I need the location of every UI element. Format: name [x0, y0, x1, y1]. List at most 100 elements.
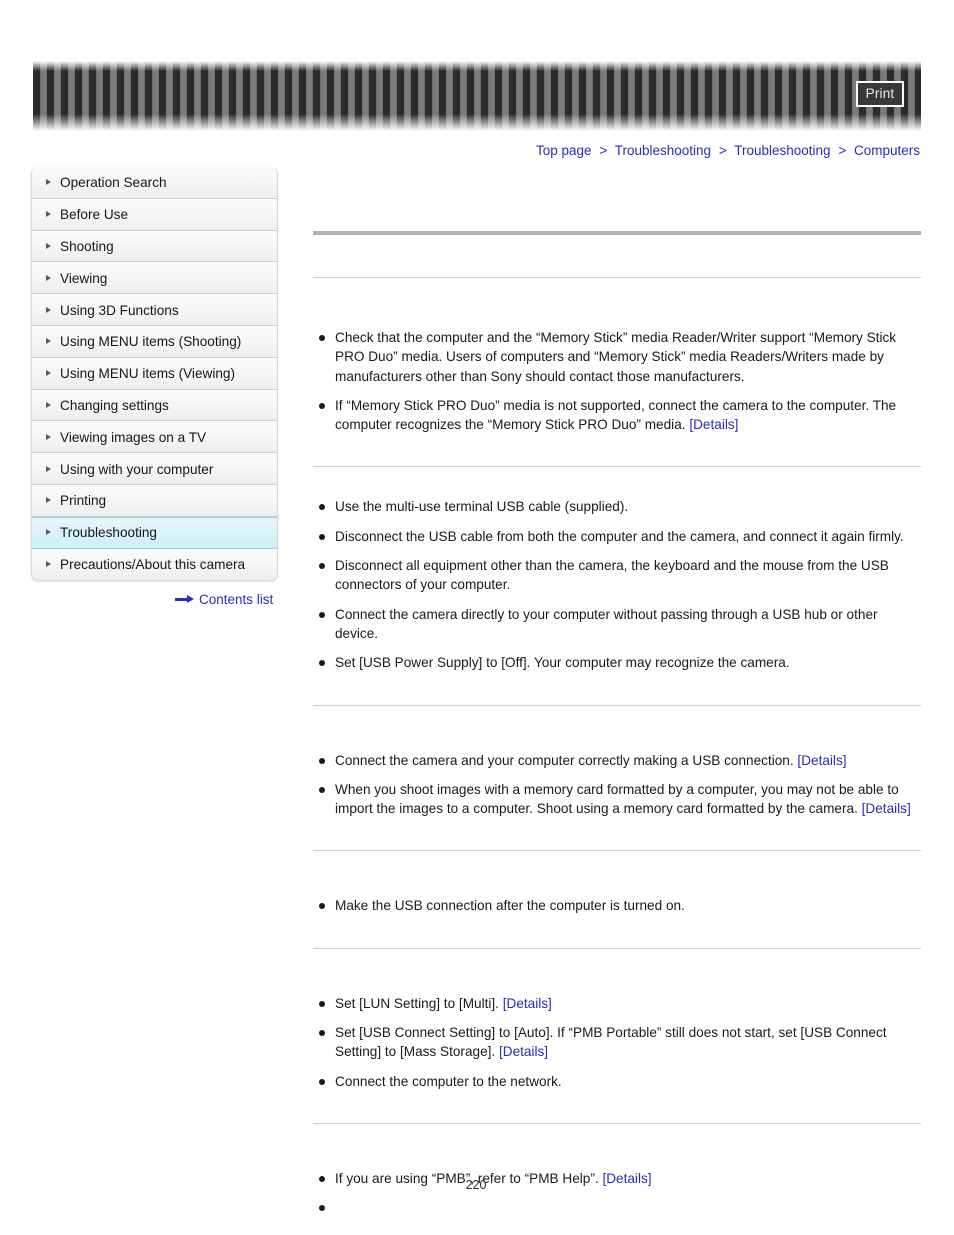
triangle-right-icon: [46, 274, 51, 281]
breadcrumb-item-troubleshooting[interactable]: Troubleshooting: [615, 143, 711, 158]
list-item-text: Set [LUN Setting] to [Multi].: [335, 995, 499, 1011]
sidebar-item-before-use[interactable]: Before Use: [32, 198, 277, 231]
sidebar-item-precautions-about-this-camera[interactable]: Precautions/About this camera: [32, 548, 277, 581]
list-item: Make the USB connection after the comput…: [313, 896, 921, 915]
triangle-right-icon: [46, 561, 51, 568]
sidebar-item-using-menu-items-viewing[interactable]: Using MENU items (Viewing): [32, 357, 277, 390]
list-item: Use the multi-use terminal USB cable (su…: [313, 497, 921, 516]
triangle-right-icon: [46, 306, 51, 313]
bullet-list-3: Connect the camera and your computer cor…: [313, 751, 921, 819]
list-item-text: Set [USB Power Supply] to [Off]. Your co…: [335, 655, 790, 671]
list-item: Check that the computer and the “Memory …: [313, 328, 921, 386]
sidebar-item-label: Precautions/About this camera: [60, 557, 246, 573]
section-heading-2: [313, 452, 921, 466]
arrow-right-icon: [175, 595, 194, 604]
header-banner: Print: [33, 58, 921, 132]
triangle-right-icon: [46, 338, 51, 345]
sidebar-item-printing[interactable]: Printing: [32, 484, 277, 517]
breadcrumb-separator: >: [718, 143, 727, 158]
bullet-list-2: Use the multi-use terminal USB cable (su…: [313, 497, 921, 672]
section-heading-5: [313, 961, 921, 975]
page-number: 220: [0, 1178, 954, 1192]
list-item: Disconnect the USB cable from both the c…: [313, 527, 921, 546]
sidebar-item-operation-search[interactable]: Operation Search: [32, 167, 277, 199]
section-heading-4: [313, 863, 921, 877]
sidebar-item-viewing-images-on-a-tv[interactable]: Viewing images on a TV: [32, 421, 277, 454]
sidebar-item-label: Changing settings: [60, 397, 169, 413]
triangle-right-icon: [46, 529, 51, 536]
list-item-text: Connect the camera directly to your comp…: [335, 606, 878, 641]
list-item-text: Set [USB Connect Setting] to [Auto]. If …: [335, 1025, 887, 1060]
list-item-text: Disconnect the USB cable from both the c…: [335, 528, 904, 544]
breadcrumb: Top page > Troubleshooting > Troubleshoo…: [536, 143, 920, 158]
list-item: Disconnect all equipment other than the …: [313, 556, 921, 595]
section-heading-6: [313, 1136, 921, 1150]
triangle-right-icon: [46, 401, 51, 408]
list-item: Connect the camera directly to your comp…: [313, 605, 921, 644]
sidebar-item-label: Viewing: [60, 270, 108, 286]
details-link[interactable]: [Details]: [503, 996, 552, 1011]
bullet-list-1: Check that the computer and the “Memory …: [313, 328, 921, 434]
sidebar-item-label: Using with your computer: [60, 461, 214, 477]
sidebar-item-label: Troubleshooting: [60, 525, 157, 541]
list-item: Connect the camera and your computer cor…: [313, 751, 921, 770]
striped-banner-graphic: [33, 58, 921, 132]
list-item-text: Check that the computer and the “Memory …: [335, 330, 897, 384]
sidebar-item-using-with-your-computer[interactable]: Using with your computer: [32, 453, 277, 485]
details-link[interactable]: [Details]: [689, 417, 738, 432]
triangle-right-icon: [46, 178, 51, 185]
bullet-list-5: Set [LUN Setting] to [Multi]. [Details] …: [313, 994, 921, 1091]
triangle-right-icon: [46, 497, 51, 504]
details-link[interactable]: [Details]: [862, 801, 911, 816]
page-number-value: 220: [465, 1178, 487, 1192]
list-item: Set [LUN Setting] to [Multi]. [Details]: [313, 994, 921, 1013]
sidebar-item-label: Using MENU items (Shooting): [60, 334, 242, 350]
sidebar-item-shooting[interactable]: Shooting: [32, 230, 277, 263]
triangle-right-icon: [46, 242, 51, 249]
contents-list-link[interactable]: Contents list: [175, 592, 273, 607]
breadcrumb-separator: >: [838, 143, 847, 158]
triangle-right-icon: [46, 433, 51, 440]
sidebar-item-label: Printing: [60, 493, 107, 509]
contents-list-label: Contents list: [199, 592, 274, 607]
sidebar-item-changing-settings[interactable]: Changing settings: [32, 389, 277, 422]
list-item-text: Connect the camera and your computer cor…: [335, 752, 794, 768]
sidebar-item-troubleshooting[interactable]: Troubleshooting: [32, 516, 277, 549]
breadcrumb-item-troubleshooting-sub[interactable]: Troubleshooting: [734, 143, 830, 158]
sidebar-item-label: Viewing images on a TV: [60, 429, 207, 445]
list-item: If “Memory Stick PRO Duo” media is not s…: [313, 396, 921, 435]
breadcrumb-separator: >: [599, 143, 608, 158]
list-item-text: When you shoot images with a memory card…: [335, 781, 899, 817]
list-item: Connect the computer to the network.: [313, 1072, 921, 1091]
triangle-right-icon: [46, 465, 51, 472]
section-heading-1: [313, 263, 921, 277]
bullet-list-4: Make the USB connection after the comput…: [313, 896, 921, 915]
breadcrumb-item-computers[interactable]: Computers: [854, 143, 920, 158]
list-item-text: Connect the computer to the network.: [335, 1073, 562, 1089]
list-item-text: If “Memory Stick PRO Duo” media is not s…: [335, 397, 897, 433]
triangle-right-icon: [46, 211, 51, 218]
sidebar-item-label: Before Use: [60, 207, 129, 223]
page-title: [313, 200, 921, 214]
sidebar-item-label: Using MENU items (Viewing): [60, 366, 235, 382]
list-item: Set [USB Connect Setting] to [Auto]. If …: [313, 1023, 921, 1062]
main-content: Check that the computer and the “Memory …: [313, 200, 921, 1212]
list-item: Set [USB Power Supply] to [Off]. Your co…: [313, 653, 921, 672]
list-item-text: Make the USB connection after the comput…: [335, 898, 685, 914]
details-link[interactable]: [Details]: [499, 1044, 548, 1059]
sidebar-item-label: Using 3D Functions: [60, 302, 179, 318]
sidebar-item-label: Operation Search: [60, 174, 167, 190]
section-heading-3: [313, 718, 921, 732]
sidebar-item-using-3d-functions[interactable]: Using 3D Functions: [32, 294, 277, 326]
triangle-right-icon: [46, 370, 51, 377]
sidebar-navigation: Operation Search Before Use Shooting Vie…: [31, 167, 278, 582]
breadcrumb-item-top-page[interactable]: Top page: [536, 143, 592, 158]
sidebar-item-using-menu-items-shooting[interactable]: Using MENU items (Shooting): [32, 325, 277, 358]
print-button[interactable]: Print: [856, 81, 904, 107]
list-item-text: Disconnect all equipment other than the …: [335, 558, 889, 593]
list-item: When you shoot images with a memory card…: [313, 780, 921, 819]
sidebar-item-viewing[interactable]: Viewing: [32, 262, 277, 295]
details-link[interactable]: [Details]: [797, 753, 846, 768]
sidebar-item-label: Shooting: [60, 238, 114, 254]
list-item-text: Use the multi-use terminal USB cable (su…: [335, 499, 629, 515]
